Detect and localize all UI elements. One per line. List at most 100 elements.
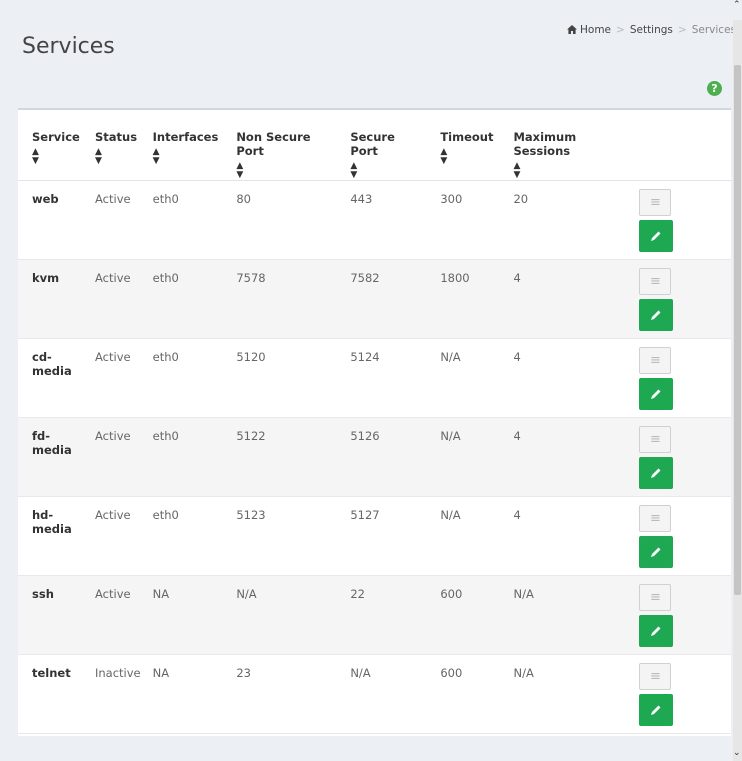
list-icon: ≡ xyxy=(650,195,661,210)
scroll-up-icon[interactable]: ⌃ xyxy=(733,0,741,10)
sort-icon[interactable]: ▲ ▼ xyxy=(236,162,330,180)
view-button[interactable]: ≡ xyxy=(639,663,672,690)
page-title: Services xyxy=(22,34,115,59)
column-label: Service xyxy=(32,130,80,144)
column-label: Status xyxy=(95,130,138,144)
column-header-service[interactable]: Service ▲ ▼ xyxy=(18,110,91,181)
maximum-sessions-value: 4 xyxy=(499,338,636,418)
edit-button[interactable] xyxy=(639,615,674,647)
sort-icon[interactable]: ▲ ▼ xyxy=(350,162,420,180)
list-icon: ≡ xyxy=(650,669,661,684)
breadcrumb-current: Services xyxy=(691,24,736,36)
table-row: ssh Active NA N/A 22 600 N/A ≡ xyxy=(18,575,731,655)
scrollbar[interactable] xyxy=(733,20,742,761)
sort-icon[interactable]: ▲ ▼ xyxy=(513,162,629,180)
interfaces-value: eth0 xyxy=(146,180,225,260)
timeout-value: N/A xyxy=(426,496,500,576)
column-label: Timeout xyxy=(440,130,494,144)
pencil-icon xyxy=(651,468,661,478)
row-actions: ≡ xyxy=(635,417,731,497)
service-name: hd-media xyxy=(18,496,91,576)
home-icon[interactable] xyxy=(567,25,577,37)
edit-button[interactable] xyxy=(639,457,674,489)
table-row: hd-media Active eth0 5123 5127 N/A 4 ≡ xyxy=(18,496,731,576)
non-secure-port-value: N/A xyxy=(224,575,337,655)
interfaces-value: eth0 xyxy=(146,496,225,576)
view-button[interactable]: ≡ xyxy=(639,584,672,611)
column-header-maximum-sessions[interactable]: Maximum Sessions ▲ ▼ xyxy=(499,110,636,181)
secure-port-value: 443 xyxy=(336,180,427,260)
edit-button[interactable] xyxy=(639,220,674,252)
row-actions: ≡ xyxy=(635,180,731,260)
services-table: Service ▲ ▼ Status ▲ ▼ Interfaces ▲ ▼ Non Secu… xyxy=(18,110,731,734)
column-header-secure-port[interactable]: Secure Port ▲ ▼ xyxy=(336,110,427,181)
row-actions: ≡ xyxy=(635,338,731,418)
column-header-status[interactable]: Status ▲ ▼ xyxy=(91,110,147,181)
edit-button[interactable] xyxy=(639,694,674,726)
sort-icon[interactable]: ▲ ▼ xyxy=(153,148,219,166)
breadcrumb-home[interactable]: Home xyxy=(580,24,611,36)
sort-icon[interactable]: ▲ ▼ xyxy=(95,148,141,166)
timeout-value: 300 xyxy=(426,180,500,260)
pencil-icon xyxy=(651,626,661,636)
interfaces-value: eth0 xyxy=(146,338,225,418)
list-icon: ≡ xyxy=(650,432,661,447)
sort-icon[interactable]: ▲ ▼ xyxy=(440,148,493,166)
list-icon: ≡ xyxy=(650,353,661,368)
edit-button[interactable] xyxy=(639,536,674,568)
status-value: Active xyxy=(91,338,147,418)
row-actions: ≡ xyxy=(635,259,731,339)
column-label: Maximum Sessions xyxy=(513,130,577,158)
view-button[interactable]: ≡ xyxy=(639,426,672,453)
view-button[interactable]: ≡ xyxy=(639,268,672,295)
interfaces-value: NA xyxy=(146,654,225,734)
table-header-row: Service ▲ ▼ Status ▲ ▼ Interfaces ▲ ▼ Non Secu… xyxy=(18,110,731,181)
list-icon: ≡ xyxy=(650,511,661,526)
non-secure-port-value: 5123 xyxy=(224,496,337,576)
maximum-sessions-value: 4 xyxy=(499,496,636,576)
status-value: Active xyxy=(91,575,147,655)
row-actions: ≡ xyxy=(635,654,731,734)
non-secure-port-value: 5120 xyxy=(224,338,337,418)
service-name: telnet xyxy=(18,654,91,734)
table-row: kvm Active eth0 7578 7582 1800 4 ≡ xyxy=(18,259,731,339)
status-value: Active xyxy=(91,180,147,260)
view-button[interactable]: ≡ xyxy=(639,347,672,374)
breadcrumb-settings[interactable]: Settings xyxy=(630,24,673,36)
pencil-icon xyxy=(651,705,661,715)
status-value: Inactive xyxy=(91,654,147,734)
column-header-non-secure-port[interactable]: Non Secure Port ▲ ▼ xyxy=(224,110,337,181)
secure-port-value: N/A xyxy=(336,654,427,734)
breadcrumb: Home > Settings > Services xyxy=(567,24,736,37)
column-header-interfaces[interactable]: Interfaces ▲ ▼ xyxy=(146,110,225,181)
column-label: Secure Port xyxy=(350,130,395,158)
interfaces-value: eth0 xyxy=(146,259,225,339)
row-actions: ≡ xyxy=(635,575,731,655)
maximum-sessions-value: 4 xyxy=(499,259,636,339)
list-icon: ≡ xyxy=(650,590,661,605)
pencil-icon xyxy=(651,310,661,320)
breadcrumb-separator: > xyxy=(616,24,625,36)
status-value: Active xyxy=(91,417,147,497)
view-button[interactable]: ≡ xyxy=(639,189,672,216)
services-card: Service ▲ ▼ Status ▲ ▼ Interfaces ▲ ▼ Non Secu… xyxy=(18,108,731,736)
scroll-down-icon[interactable]: ⌄ xyxy=(733,748,741,758)
column-header-timeout[interactable]: Timeout ▲ ▼ xyxy=(426,110,500,181)
pencil-icon xyxy=(651,547,661,557)
status-value: Active xyxy=(91,259,147,339)
maximum-sessions-value: 20 xyxy=(499,180,636,260)
pencil-icon xyxy=(651,231,661,241)
list-icon: ≡ xyxy=(650,274,661,289)
non-secure-port-value: 23 xyxy=(224,654,337,734)
view-button[interactable]: ≡ xyxy=(639,505,672,532)
maximum-sessions-value: N/A xyxy=(499,575,636,655)
edit-button[interactable] xyxy=(639,378,674,410)
help-icon[interactable]: ? xyxy=(707,81,722,96)
scrollbar-thumb[interactable] xyxy=(734,65,741,595)
secure-port-value: 22 xyxy=(336,575,427,655)
sort-icon[interactable]: ▲ ▼ xyxy=(32,148,85,166)
table-row: cd-media Active eth0 5120 5124 N/A 4 ≡ xyxy=(18,338,731,418)
secure-port-value: 7582 xyxy=(336,259,427,339)
edit-button[interactable] xyxy=(639,299,674,331)
secure-port-value: 5127 xyxy=(336,496,427,576)
